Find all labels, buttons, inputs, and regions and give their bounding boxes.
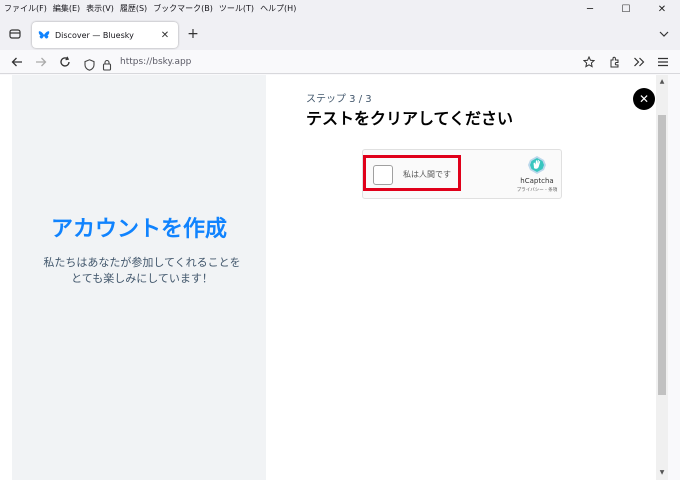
browser-window: ファイル(F) 編集(E) 表示(V) 履歴(S) ブックマーク(B) ツール(… (0, 0, 680, 480)
menu-help[interactable]: ヘルプ(H) (257, 0, 299, 18)
page-content: アカウントを作成 私たちはあなたが参加してくれることをとても楽しみにしています！… (0, 75, 680, 480)
captcha-privacy-terms-link[interactable]: プライバシー - 条項 (509, 187, 565, 193)
bluesky-butterfly-icon (38, 29, 50, 41)
maximize-button[interactable]: ☐ (608, 0, 644, 18)
welcome-text: 私たちはあなたが参加してくれることをとても楽しみにしています！ (43, 256, 241, 285)
tab-list-icon[interactable] (6, 25, 24, 43)
captcha-label: 私は人間です (403, 170, 451, 179)
bookmark-star-icon[interactable] (580, 53, 598, 71)
tab-close-icon[interactable]: ✕ (158, 28, 172, 42)
menu-tools[interactable]: ツール(T) (216, 0, 257, 18)
extensions-icon[interactable] (606, 53, 624, 71)
hcaptcha-brand: hCaptcha (520, 177, 554, 185)
lock-icon[interactable] (102, 56, 112, 75)
scroll-up-arrow-icon[interactable]: ▲ (656, 75, 668, 87)
shield-icon[interactable] (84, 56, 95, 75)
tab-discover-bluesky[interactable]: Discover — Bluesky ✕ (32, 22, 178, 48)
menu-view[interactable]: 表示(V) (83, 0, 117, 18)
menu-history[interactable]: 履歴(S) (117, 0, 150, 18)
signup-left-panel: アカウントを作成 私たちはあなたが参加してくれることをとても楽しみにしています！ (12, 75, 266, 480)
navigation-bar: https://bsky.app (0, 50, 680, 74)
step-indicator: ステップ 3 / 3 (306, 94, 372, 105)
menu-bookmarks[interactable]: ブックマーク(B) (150, 0, 216, 18)
hcaptcha-logo-icon (527, 155, 547, 175)
tab-strip: Discover — Bluesky ✕ + (0, 18, 680, 50)
close-dialog-button[interactable]: ✕ (633, 88, 655, 110)
menu-edit[interactable]: 編集(E) (50, 0, 83, 18)
url-bar[interactable]: https://bsky.app (78, 52, 598, 72)
url-text: https://bsky.app (120, 57, 192, 67)
overflow-chevrons-icon[interactable] (630, 53, 648, 71)
window-right-edge (668, 75, 680, 480)
menu-file[interactable]: ファイル(F) (0, 0, 50, 18)
close-window-button[interactable]: ✕ (644, 0, 680, 18)
new-tab-button[interactable]: + (184, 25, 202, 43)
forward-arrow-icon[interactable] (32, 53, 50, 71)
signup-right-panel: ステップ 3 / 3 テストをクリアしてください ✕ 私は人間です hCaptc… (266, 75, 656, 480)
tab-title: Discover — Bluesky (55, 30, 134, 40)
back-arrow-icon[interactable] (8, 53, 26, 71)
page-title: テストをクリアしてください (306, 109, 514, 128)
minimize-button[interactable]: ─ (572, 0, 608, 18)
reload-icon[interactable] (56, 53, 74, 71)
create-account-heading: アカウントを作成 (50, 217, 227, 242)
hamburger-menu-icon[interactable] (654, 53, 672, 71)
human-checkbox[interactable] (373, 165, 393, 185)
scroll-down-arrow-icon[interactable]: ▼ (656, 466, 668, 478)
vertical-scrollbar[interactable]: ▲ ▼ (656, 75, 668, 480)
menu-bar: ファイル(F) 編集(E) 表示(V) 履歴(S) ブックマーク(B) ツール(… (0, 0, 680, 18)
chevron-down-icon[interactable] (656, 26, 672, 42)
scrollbar-thumb[interactable] (658, 115, 666, 395)
hcaptcha-widget: 私は人間です hCaptcha プライバシー - 条項 (362, 149, 562, 199)
window-controls: ─ ☐ ✕ (572, 0, 680, 18)
